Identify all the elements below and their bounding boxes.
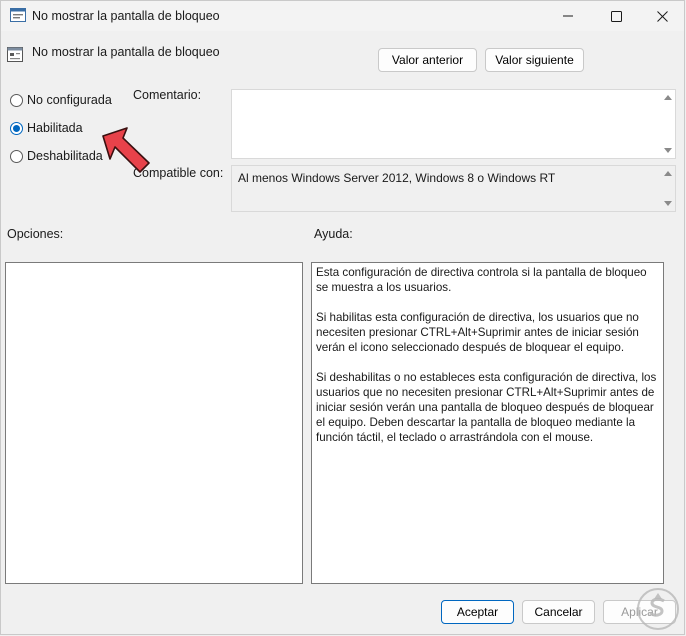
next-setting-label: Valor siguiente bbox=[495, 53, 574, 67]
red-arrow-pointer-icon bbox=[102, 127, 150, 173]
radio-disabled[interactable]: Deshabilitada bbox=[10, 149, 103, 163]
compatible-field: Al menos Windows Server 2012, Windows 8 … bbox=[231, 165, 676, 212]
policy-name: No mostrar la pantalla de bloqueo bbox=[32, 45, 220, 59]
options-panel bbox=[5, 262, 303, 584]
maximize-icon bbox=[610, 10, 622, 22]
minimize-button[interactable] bbox=[545, 1, 591, 31]
help-paragraph: Si habilitas esta configuración de direc… bbox=[316, 311, 639, 354]
policy-dialog: No mostrar la pantalla de bloqueo No mos… bbox=[0, 0, 685, 635]
maximize-button[interactable] bbox=[593, 1, 639, 31]
comment-scrollbar[interactable] bbox=[661, 90, 675, 158]
radio-enabled[interactable]: Habilitada bbox=[10, 121, 83, 135]
radio-not-configured[interactable]: No configurada bbox=[10, 93, 112, 107]
options-label: Opciones: bbox=[7, 227, 64, 241]
help-panel: Esta configuración de directiva controla… bbox=[311, 262, 664, 584]
minimize-icon bbox=[563, 15, 573, 17]
compatible-scrollbar[interactable] bbox=[661, 166, 675, 211]
scroll-down-icon[interactable] bbox=[664, 201, 672, 206]
close-icon bbox=[656, 10, 668, 22]
previous-setting-label: Valor anterior bbox=[391, 53, 464, 67]
watermark-logo-icon bbox=[637, 588, 679, 630]
comment-field[interactable] bbox=[231, 89, 676, 159]
cancel-label: Cancelar bbox=[534, 605, 583, 619]
comment-label: Comentario: bbox=[133, 88, 202, 102]
radio-enabled-circle[interactable] bbox=[10, 121, 23, 135]
scroll-up-icon[interactable] bbox=[664, 95, 672, 100]
radio-not-configured-circle[interactable] bbox=[10, 93, 23, 107]
close-button[interactable] bbox=[639, 1, 685, 31]
ok-label: Aceptar bbox=[456, 605, 499, 619]
policy-setting-icon bbox=[7, 47, 23, 62]
ok-button[interactable]: Aceptar bbox=[441, 600, 514, 624]
radio-disabled-label: Deshabilitada bbox=[27, 149, 103, 163]
next-setting-button[interactable]: Valor siguiente bbox=[485, 48, 584, 72]
previous-setting-button[interactable]: Valor anterior bbox=[378, 48, 477, 72]
compatible-value: Al menos Windows Server 2012, Windows 8 … bbox=[238, 171, 556, 185]
radio-enabled-label: Habilitada bbox=[27, 121, 83, 135]
help-paragraph: Si deshabilitas o no estableces esta con… bbox=[316, 371, 657, 444]
scroll-up-icon[interactable] bbox=[664, 171, 672, 176]
cancel-button[interactable]: Cancelar bbox=[522, 600, 595, 624]
help-label: Ayuda: bbox=[314, 227, 353, 241]
help-paragraph: Esta configuración de directiva controla… bbox=[316, 266, 647, 294]
title-bar[interactable]: No mostrar la pantalla de bloqueo bbox=[1, 1, 684, 31]
radio-disabled-circle[interactable] bbox=[10, 149, 23, 163]
scroll-down-icon[interactable] bbox=[664, 148, 672, 153]
radio-not-configured-label: No configurada bbox=[27, 93, 112, 107]
window-title: No mostrar la pantalla de bloqueo bbox=[32, 9, 220, 23]
policy-window-icon bbox=[10, 8, 26, 22]
